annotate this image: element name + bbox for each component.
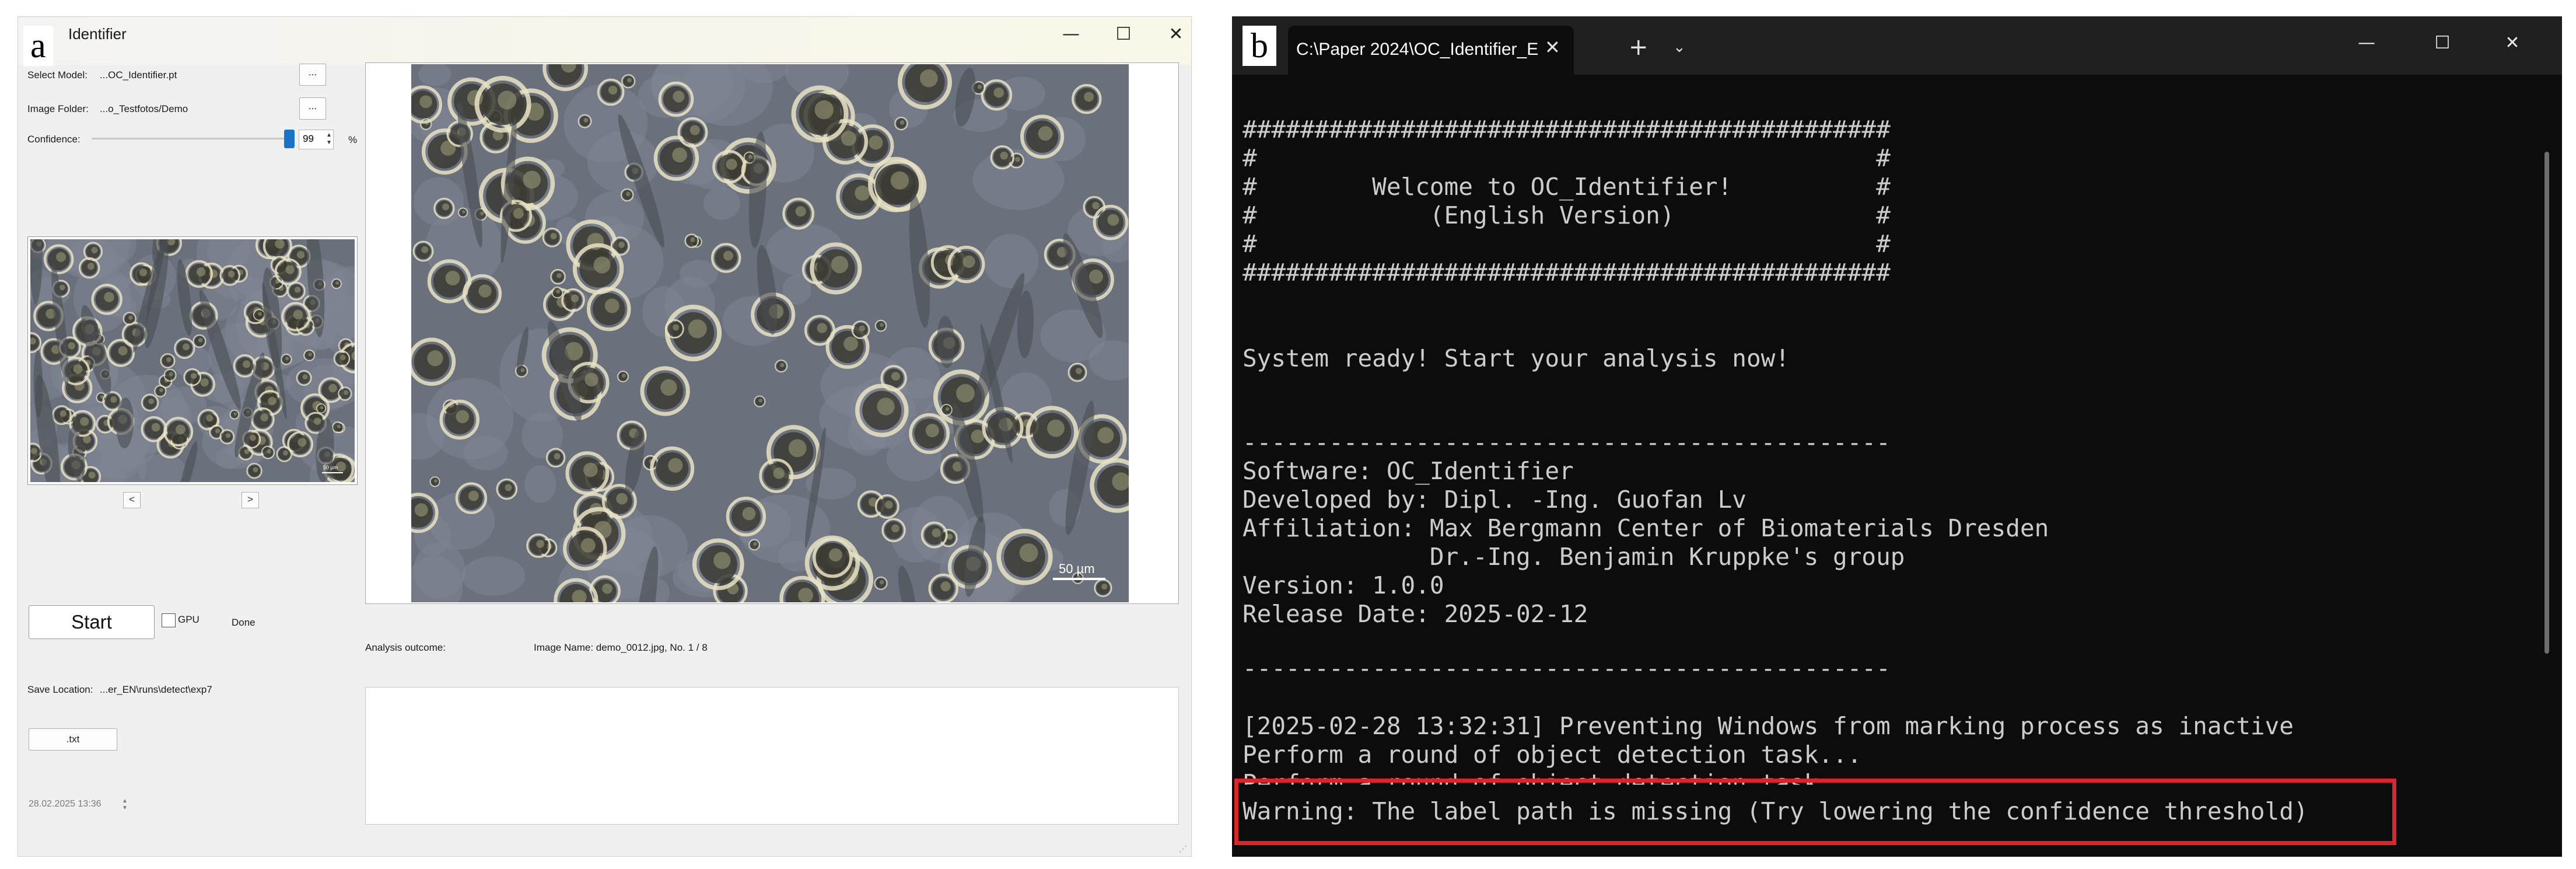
scale-bar-label: 50 µm: [323, 465, 338, 470]
thumbnail-preview: 50 µm: [27, 236, 358, 485]
resize-grip-icon[interactable]: ⋰: [1179, 844, 1187, 854]
tab-title: C:\Paper 2024\OC_Identifier_E: [1296, 40, 1539, 59]
terminal-line: [2025-02-28 13:32:31] Preventing Windows…: [1242, 712, 2294, 740]
datetime-field[interactable]: 28.02.2025 13:36 ▲ ▼: [29, 798, 134, 816]
save-location-value: ...er_EN\runs\detect\exp7: [100, 684, 212, 695]
terminal-line: Affiliation: Max Bergmann Center of Biom…: [1242, 514, 2049, 542]
scale-bar: [322, 472, 343, 473]
terminal-line: # #: [1242, 230, 1891, 258]
image-folder-browse-button[interactable]: ...: [299, 97, 326, 120]
warning-highlight-box: [1234, 779, 2396, 845]
confidence-unit: %: [348, 134, 358, 145]
close-button[interactable]: ✕: [2486, 32, 2539, 55]
window-title: Identifier: [68, 25, 127, 43]
open-txt-button[interactable]: .txt: [29, 728, 117, 751]
minimize-button[interactable]: —: [2340, 32, 2393, 55]
close-button[interactable]: ✕: [1150, 23, 1202, 46]
terminal-line: Version: 1.0.0: [1242, 571, 1444, 599]
terminal-line: ########################################…: [1242, 116, 1891, 144]
thumbnail-image: 50 µm: [30, 239, 355, 482]
start-button[interactable]: Start: [29, 605, 155, 639]
new-tab-icon[interactable]: +: [1629, 34, 1648, 61]
select-model-browse-button[interactable]: ...: [299, 64, 326, 86]
confidence-value: 99: [303, 133, 314, 144]
confidence-spinbox[interactable]: 99 ▲ ▼: [299, 130, 334, 149]
gpu-label: GPU: [178, 614, 200, 625]
image-folder-label: Image Folder:: [27, 103, 89, 114]
title-bar: Identifier — ☐ ✕: [18, 17, 1191, 65]
confidence-label: Confidence:: [27, 134, 80, 145]
status-text: Done: [232, 617, 256, 628]
cell-texture: [411, 64, 1129, 602]
main-image-frame: 50 µm: [365, 62, 1179, 604]
scale-bar-label: 50 µm: [1059, 561, 1095, 576]
terminal-line: ########################################…: [1242, 259, 1891, 287]
terminal-window: C:\Paper 2024\OC_Identifier_E ✕ + ⌄ — ☐ …: [1232, 16, 2562, 857]
terminal-line: Perform a round of object detection task…: [1242, 741, 1862, 769]
oc-identifier-window: Identifier — ☐ ✕ Select Model: ...OC_Ide…: [18, 16, 1192, 857]
confidence-slider-handle[interactable]: [284, 130, 295, 148]
previous-image-button[interactable]: <: [123, 492, 141, 508]
image-name-info: Image Name: demo_0012.jpg, No. 1 / 8: [534, 642, 708, 653]
panel-letter-b: b: [1242, 26, 1276, 66]
terminal-line: Release Date: 2025-02-12: [1242, 600, 1588, 628]
scrollbar-thumb[interactable]: [2544, 152, 2549, 654]
gpu-checkbox[interactable]: [162, 613, 176, 627]
main-image: 50 µm: [411, 64, 1129, 602]
select-model-value: ...OC_Identifier.pt: [100, 69, 177, 81]
datetime-spin-icon[interactable]: ▲ ▼: [122, 798, 128, 812]
cell-texture: [30, 239, 355, 482]
maximize-button[interactable]: ☐: [1097, 23, 1150, 46]
minimize-button[interactable]: —: [1045, 23, 1097, 46]
datetime-value: 28.02.2025 13:36: [29, 799, 102, 809]
tab-close-icon[interactable]: ✕: [1545, 36, 1560, 58]
panel-letter-a: a: [23, 26, 53, 66]
tab-strip: C:\Paper 2024\OC_Identifier_E ✕ + ⌄ — ☐ …: [1232, 16, 2562, 75]
image-folder-value: ...o_Testfotos/Demo: [100, 103, 188, 114]
save-location-label: Save Location:: [27, 684, 93, 695]
scale-bar: [1053, 578, 1105, 580]
terminal-line: # #: [1242, 144, 1891, 172]
maximize-button[interactable]: ☐: [2416, 32, 2469, 55]
dropdown-icon[interactable]: ⌄: [1673, 39, 1686, 56]
terminal-line: Developed by: Dipl. -Ing. Guofan Lv: [1242, 486, 1746, 514]
spin-arrows-icon[interactable]: ▲ ▼: [326, 131, 332, 146]
analysis-outcome-box: [365, 687, 1179, 825]
terminal-line: # (English Version) #: [1242, 201, 1891, 229]
confidence-slider[interactable]: [92, 138, 288, 139]
terminal-line: ----------------------------------------…: [1242, 428, 1891, 456]
next-image-button[interactable]: >: [242, 492, 259, 508]
terminal-line: ----------------------------------------…: [1242, 654, 1891, 682]
select-model-label: Select Model:: [27, 69, 88, 81]
analysis-outcome-label: Analysis outcome:: [365, 642, 446, 653]
terminal-line: # Welcome to OC_Identifier! #: [1242, 173, 1891, 201]
terminal-line: System ready! Start your analysis now!: [1242, 344, 1790, 372]
terminal-line: Dr.-Ing. Benjamin Kruppke's group: [1242, 543, 1905, 571]
terminal-line: Software: OC_Identifier: [1242, 457, 1574, 485]
